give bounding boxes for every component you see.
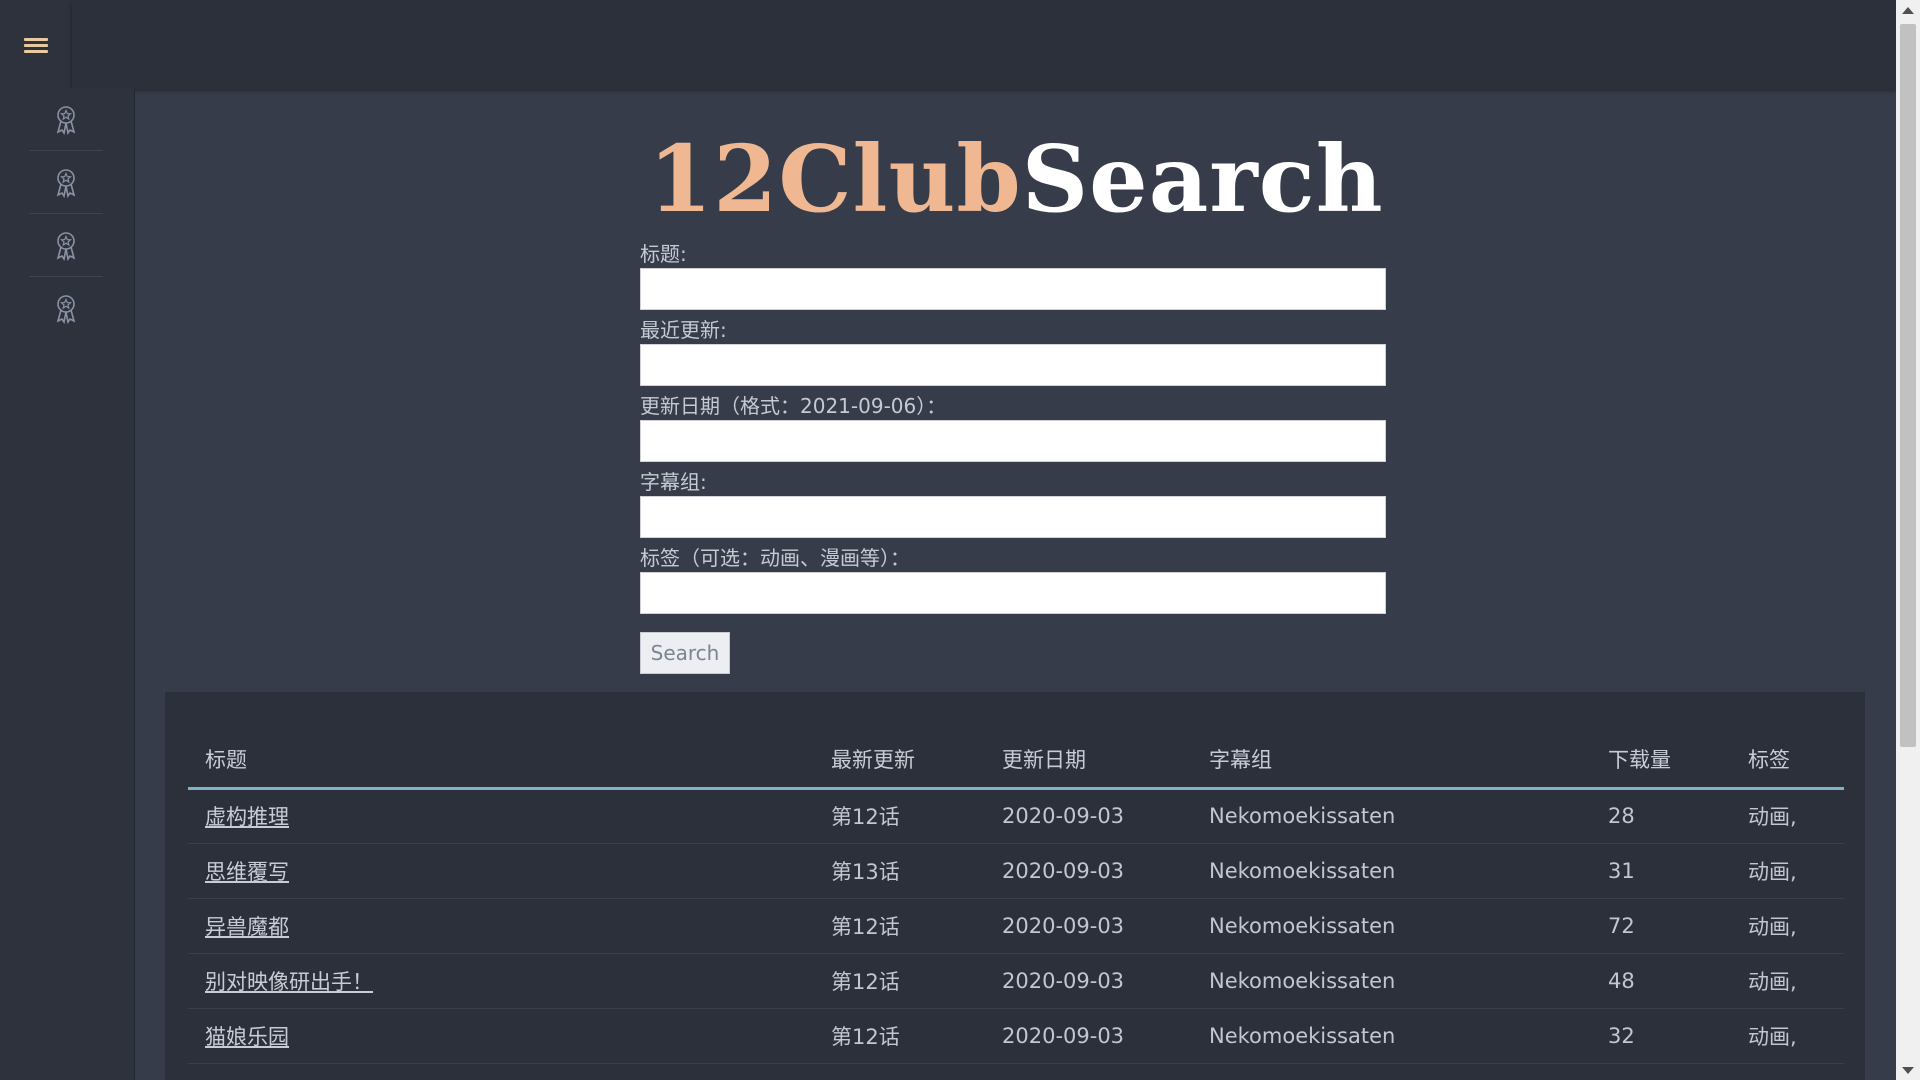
- award-ribbon-icon: [56, 231, 76, 261]
- title-link[interactable]: 虚构推理: [205, 805, 289, 829]
- downloads-cell: 72: [1591, 898, 1731, 954]
- page-scrollbar[interactable]: [1896, 0, 1920, 1080]
- sidebar: [0, 89, 135, 1080]
- title-cell: 别对映像研出手！: [188, 953, 814, 1009]
- sidebar-item-3[interactable]: [29, 215, 103, 277]
- title-label: 标题:: [640, 242, 687, 266]
- latest-cell: 第12话: [814, 953, 985, 1009]
- sidebar-item-1[interactable]: [29, 89, 103, 151]
- date-cell: 2020-09-03: [985, 898, 1192, 954]
- downloads-cell: 48: [1591, 953, 1731, 1009]
- title-cell: 思维覆写: [188, 843, 814, 899]
- tags-cell: 动画,: [1731, 788, 1844, 844]
- table-header-row: 标题 最新更新 更新日期 字幕组 下载量 标签: [188, 732, 1844, 790]
- main-content: 12ClubSearch 标题: 最近更新: 更新日期（格式：2021-09-0…: [136, 89, 1896, 1080]
- title-input[interactable]: [640, 268, 1386, 310]
- column-header-title[interactable]: 标题: [188, 732, 814, 790]
- table-row: 虚构推理 第12话 2020-09-03 Nekomoekissaten 28 …: [188, 788, 1844, 844]
- update-date-label: 更新日期（格式：2021-09-06）：: [640, 394, 947, 418]
- latest-cell: 第12话: [814, 1008, 985, 1064]
- arrow-up-icon: [1902, 6, 1914, 14]
- downloads-cell: 32: [1591, 1008, 1731, 1064]
- latest-cell: 第12话: [814, 788, 985, 844]
- table-row: 别对映像研出手！ 第12话 2020-09-03 Nekomoekissaten…: [188, 953, 1844, 1009]
- update-date-input[interactable]: [640, 420, 1386, 462]
- search-form: 标题: 最近更新: 更新日期（格式：2021-09-06）： 字幕组: 标签（可…: [640, 240, 1386, 674]
- title-link[interactable]: 别对映像研出手！: [205, 970, 373, 994]
- latest-cell: 第13话: [814, 843, 985, 899]
- title-cell: 虚构推理: [188, 788, 814, 844]
- sidebar-item-2[interactable]: [29, 152, 103, 214]
- award-ribbon-icon: [56, 295, 76, 324]
- group-cell: Nekomoekissaten: [1192, 788, 1591, 844]
- tags-cell: 动画,: [1731, 843, 1844, 899]
- date-cell: 2020-09-03: [985, 953, 1192, 1009]
- results-panel: 标题 最新更新 更新日期 字幕组 下载量 标签 虚构推理 第12话 2020-0…: [165, 692, 1865, 1080]
- tags-cell: 动画,: [1731, 953, 1844, 1009]
- column-header-tags[interactable]: 标签: [1731, 732, 1844, 790]
- table-row: 思维覆写 第13话 2020-09-03 Nekomoekissaten 31 …: [188, 843, 1844, 899]
- logo-part-search: Search: [1021, 125, 1384, 233]
- title-link[interactable]: 异兽魔都: [205, 915, 289, 939]
- date-cell: 2020-09-03: [985, 843, 1192, 899]
- tags-label: 标签（可选：动画、漫画等）：: [640, 546, 910, 570]
- downloads-cell: 28: [1591, 788, 1731, 844]
- group-cell: Nekomoekissaten: [1192, 1008, 1591, 1064]
- tags-cell: 动画,: [1731, 1008, 1844, 1064]
- column-header-group[interactable]: 字幕组: [1192, 732, 1591, 790]
- subtitle-group-label: 字幕组:: [640, 470, 707, 494]
- results-table: 标题 最新更新 更新日期 字幕组 下载量 标签 虚构推理 第12话 2020-0…: [188, 732, 1844, 1064]
- scroll-down-button[interactable]: [1896, 1060, 1920, 1080]
- group-cell: Nekomoekissaten: [1192, 843, 1591, 899]
- search-button[interactable]: Search: [640, 632, 730, 674]
- tags-cell: 动画,: [1731, 898, 1844, 954]
- scrollbar-thumb[interactable]: [1900, 24, 1916, 747]
- subtitle-group-input[interactable]: [640, 496, 1386, 538]
- title-link[interactable]: 思维覆写: [205, 860, 289, 884]
- logo-part-12club: 12Club: [648, 125, 1022, 233]
- sidebar-item-4[interactable]: [29, 278, 103, 340]
- group-cell: Nekomoekissaten: [1192, 953, 1591, 1009]
- arrow-down-icon: [1902, 1066, 1914, 1074]
- site-logo: 12ClubSearch: [136, 128, 1896, 230]
- table-row: 异兽魔都 第12话 2020-09-03 Nekomoekissaten 72 …: [188, 898, 1844, 954]
- group-cell: Nekomoekissaten: [1192, 898, 1591, 954]
- date-cell: 2020-09-03: [985, 1008, 1192, 1064]
- latest-update-input[interactable]: [640, 344, 1386, 386]
- title-cell: 异兽魔都: [188, 898, 814, 954]
- scroll-up-button[interactable]: [1896, 0, 1920, 20]
- column-header-date[interactable]: 更新日期: [985, 732, 1192, 790]
- table-row: 猫娘乐园 第12话 2020-09-03 Nekomoekissaten 32 …: [188, 1008, 1844, 1064]
- award-ribbon-icon: [56, 105, 76, 135]
- downloads-cell: 31: [1591, 843, 1731, 899]
- title-link[interactable]: 猫娘乐园: [205, 1025, 289, 1049]
- menu-button[interactable]: [0, 0, 72, 89]
- date-cell: 2020-09-03: [985, 788, 1192, 844]
- latest-update-label: 最近更新:: [640, 318, 727, 342]
- column-header-downloads[interactable]: 下载量: [1591, 732, 1731, 790]
- column-header-latest[interactable]: 最新更新: [814, 732, 985, 790]
- latest-cell: 第12话: [814, 898, 985, 954]
- award-ribbon-icon: [56, 168, 76, 198]
- top-bar: [72, 0, 1896, 89]
- title-cell: 猫娘乐园: [188, 1008, 814, 1064]
- tags-input[interactable]: [640, 572, 1386, 614]
- hamburger-menu-icon: [24, 36, 48, 54]
